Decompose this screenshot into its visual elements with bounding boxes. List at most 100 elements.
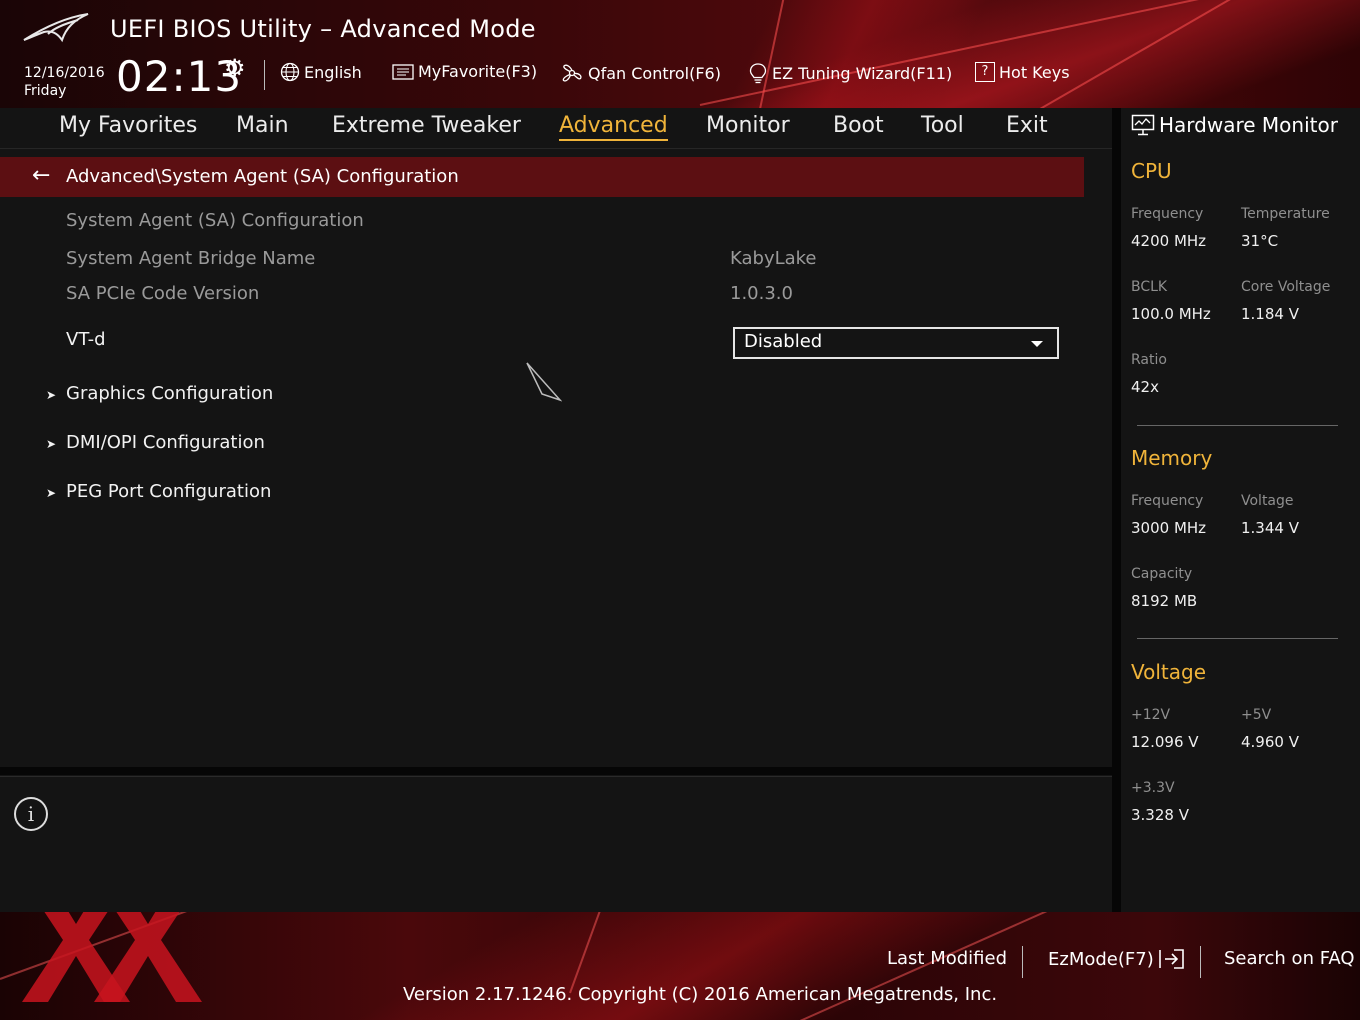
app-title: UEFI BIOS Utility – Advanced Mode — [110, 15, 536, 43]
day-text: Friday — [24, 83, 67, 99]
section-divider — [1137, 638, 1338, 639]
bclk-value: 100.0 MHz — [1131, 305, 1211, 323]
footer-bar: Last Modified EzMode(F7) Search on FAQ V… — [0, 912, 1360, 1020]
cpu-temperature-label: Temperature — [1241, 206, 1330, 222]
hot-keys-label: Hot Keys — [999, 62, 1070, 82]
divider-bar — [1112, 108, 1121, 912]
language-button[interactable]: English — [280, 62, 362, 82]
bclk-label: BCLK — [1131, 279, 1168, 295]
decor-streak — [1039, 0, 1335, 108]
my-favorite-label: MyFavorite(F3) — [418, 62, 538, 81]
back-arrow-icon[interactable]: ← — [32, 163, 50, 188]
last-modified-button[interactable]: Last Modified — [887, 948, 1007, 969]
memory-voltage-label: Voltage — [1241, 493, 1294, 509]
memory-voltage-value: 1.344 V — [1241, 519, 1299, 537]
memory-frequency-label: Frequency — [1131, 493, 1204, 509]
divider-bar — [0, 767, 1112, 775]
cpu-frequency-label: Frequency — [1131, 206, 1204, 222]
ezmode-button[interactable]: EzMode(F7) — [1048, 948, 1186, 970]
hot-keys-button[interactable]: ? Hot Keys — [975, 62, 1070, 82]
settings-panel: ← Advanced\System Agent (SA) Configurati… — [0, 149, 1112, 767]
hardware-monitor-header: Hardware Monitor — [1131, 113, 1338, 137]
submenu-dmi-opi-configuration[interactable]: ➤ DMI/OPI Configuration — [46, 432, 265, 453]
date-display[interactable]: 12/16/2016 Friday — [24, 64, 105, 100]
hardware-monitor-title: Hardware Monitor — [1159, 113, 1338, 137]
info-icon: i — [14, 797, 48, 831]
cpu-frequency-value: 4200 MHz — [1131, 232, 1207, 250]
help-info-panel: i — [0, 776, 1112, 913]
exit-mode-icon — [1158, 949, 1184, 969]
vtd-select[interactable]: Disabled — [733, 327, 1059, 359]
tab-advanced[interactable]: Advanced — [559, 113, 668, 141]
ratio-label: Ratio — [1131, 352, 1167, 368]
memory-capacity-label: Capacity — [1131, 566, 1193, 582]
memory-capacity-value: 8192 MB — [1131, 592, 1198, 610]
v5-value: 4.960 V — [1241, 733, 1299, 751]
qfan-control-button[interactable]: Qfan Control(F6) — [560, 62, 721, 84]
breadcrumb-path: Advanced\System Agent (SA) Configuration — [66, 166, 459, 187]
language-label: English — [304, 62, 362, 82]
ez-tuning-label: EZ Tuning Wizard(F11) — [772, 63, 953, 83]
header-bar: UEFI BIOS Utility – Advanced Mode 12/16/… — [0, 0, 1360, 108]
v12-value: 12.096 V — [1131, 733, 1199, 751]
core-voltage-value: 1.184 V — [1241, 305, 1299, 323]
v33-label: +3.3V — [1131, 780, 1175, 796]
memory-frequency-value: 3000 MHz — [1131, 519, 1207, 537]
submenu-label: Graphics Configuration — [66, 383, 274, 404]
pcie-code-version-value: 1.0.3.0 — [730, 283, 793, 304]
fan-icon — [562, 64, 582, 82]
globe-icon — [280, 62, 300, 82]
date-text: 12/16/2016 — [24, 65, 105, 81]
breadcrumb: ← Advanced\System Agent (SA) Configurati… — [0, 157, 1084, 197]
cpu-heading: CPU — [1131, 159, 1172, 183]
monitor-icon — [1131, 114, 1155, 136]
decor-streak — [759, 0, 791, 108]
main-menu-bar: My Favorites Main Extreme Tweaker Advanc… — [0, 108, 1112, 149]
header-divider — [264, 60, 265, 90]
favorite-list-icon — [392, 63, 414, 80]
voltage-heading: Voltage — [1131, 660, 1207, 684]
expand-arrow-icon: ➤ — [46, 486, 57, 500]
bridge-name-value: KabyLake — [730, 248, 817, 269]
tab-my-favorites[interactable]: My Favorites — [59, 113, 197, 138]
submenu-label: DMI/OPI Configuration — [66, 432, 265, 453]
my-favorite-button[interactable]: MyFavorite(F3) — [392, 62, 537, 81]
hardware-monitor-panel: Hardware Monitor CPU Frequency 4200 MHz … — [1121, 108, 1360, 912]
submenu-peg-port-configuration[interactable]: ➤ PEG Port Configuration — [46, 481, 271, 502]
core-voltage-label: Core Voltage — [1241, 279, 1331, 295]
submenu-label: PEG Port Configuration — [66, 481, 272, 502]
tab-tool[interactable]: Tool — [921, 113, 964, 138]
tab-exit[interactable]: Exit — [1006, 113, 1048, 138]
rog-logo-icon — [23, 13, 89, 43]
lightbulb-icon — [749, 63, 767, 84]
section-heading: System Agent (SA) Configuration — [66, 210, 364, 231]
tab-boot[interactable]: Boot — [833, 113, 884, 138]
expand-arrow-icon: ➤ — [46, 437, 57, 451]
decor-streak — [569, 912, 609, 994]
watermark-logo-icon — [22, 912, 202, 1002]
vtd-label: VT-d — [66, 329, 106, 350]
question-icon: ? — [975, 62, 995, 82]
gear-icon[interactable]: ⚙ — [224, 54, 246, 82]
ratio-value: 42x — [1131, 378, 1159, 396]
ez-tuning-wizard-button[interactable]: EZ Tuning Wizard(F11) — [748, 62, 952, 84]
submenu-graphics-configuration[interactable]: ➤ Graphics Configuration — [46, 383, 273, 404]
v12-label: +12V — [1131, 707, 1171, 723]
vtd-selected-value: Disabled — [744, 331, 823, 352]
search-faq-button[interactable]: Search on FAQ — [1224, 948, 1355, 969]
chevron-down-icon — [1031, 341, 1043, 347]
tab-main[interactable]: Main — [236, 113, 289, 138]
section-divider — [1137, 425, 1338, 426]
tab-extreme-tweaker[interactable]: Extreme Tweaker — [332, 113, 521, 138]
copyright-text: Version 2.17.1246. Copyright (C) 2016 Am… — [403, 984, 998, 1005]
qfan-label: Qfan Control(F6) — [588, 63, 721, 83]
pcie-code-version-label: SA PCIe Code Version — [66, 283, 260, 304]
expand-arrow-icon: ➤ — [46, 388, 57, 402]
footer-divider — [1200, 946, 1201, 978]
memory-heading: Memory — [1131, 446, 1213, 470]
footer-divider — [1022, 946, 1023, 978]
tab-monitor[interactable]: Monitor — [706, 113, 790, 138]
cpu-temperature-value: 31°C — [1241, 232, 1279, 250]
mouse-cursor-icon — [526, 362, 562, 402]
v33-value: 3.328 V — [1131, 806, 1189, 824]
